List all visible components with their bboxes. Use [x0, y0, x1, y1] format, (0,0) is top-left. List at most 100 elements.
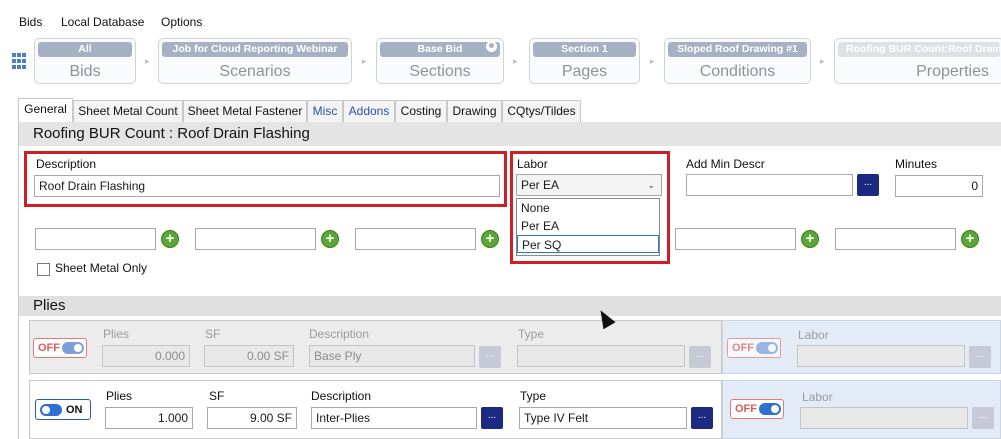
ply-description-input[interactable]: Inter-Plies: [311, 407, 477, 429]
sf-label: SF: [205, 327, 221, 341]
add-icon[interactable]: +: [161, 230, 179, 248]
labor-input[interactable]: [797, 345, 965, 367]
tab-misc[interactable]: Misc: [307, 100, 343, 122]
breadcrumb-bids-label: Bids: [69, 63, 101, 80]
grid-menu-icon[interactable]: [12, 53, 26, 69]
tab-drawing[interactable]: Drawing: [447, 100, 502, 122]
breadcrumb-sections-label: Sections: [409, 63, 471, 80]
breadcrumb-scenarios[interactable]: Job for Cloud Reporting Webinar Scenario…: [158, 38, 352, 84]
breadcrumb-properties-label: Properties: [916, 63, 989, 80]
sf-label: SF: [209, 389, 225, 403]
tab-cqtys-tildes[interactable]: CQtys/Tildes: [502, 100, 581, 122]
plies-input[interactable]: 0.000: [102, 345, 190, 367]
breadcrumb: All Bids ▸ Job for Cloud Reporting Webin…: [0, 38, 1001, 88]
add-icon[interactable]: +: [801, 230, 819, 248]
menu-options[interactable]: Options: [161, 15, 202, 29]
add-min-descr-browse-button[interactable]: ...: [857, 174, 879, 196]
breadcrumb-properties[interactable]: Roofing BUR Count:Roof Drain Flashing Pr…: [834, 38, 1001, 84]
addon-input-3[interactable]: [355, 228, 476, 250]
tab-addons[interactable]: Addons: [343, 100, 395, 122]
breadcrumb-pages-label: Pages: [561, 63, 608, 80]
toggle-off-label: OFF: [735, 403, 757, 415]
add-icon[interactable]: +: [321, 230, 339, 248]
add-icon[interactable]: +: [481, 230, 499, 248]
toggle-switch-icon: [62, 342, 84, 354]
labor-label: Labor: [802, 390, 833, 404]
chevron-right-icon: ▸: [513, 56, 518, 66]
breadcrumb-bids[interactable]: All Bids: [34, 38, 136, 84]
breadcrumb-sections[interactable]: Base Bid Sections: [376, 38, 504, 84]
plies-input[interactable]: 1.000: [105, 407, 193, 429]
labor-browse-button[interactable]: ...: [972, 407, 994, 429]
sf-input[interactable]: 0.00 SF: [204, 345, 294, 367]
breadcrumb-pages[interactable]: Section 1 Pages: [529, 38, 640, 84]
description-label: Description: [309, 327, 370, 341]
toggle-switch-icon: [756, 342, 778, 354]
ply-type-browse-button[interactable]: ...: [689, 346, 711, 368]
toggle-on-label: ON: [66, 404, 83, 416]
plies-label: Plies: [103, 327, 130, 341]
ply-description-browse-button[interactable]: ...: [479, 346, 501, 368]
tab-general[interactable]: General: [18, 98, 73, 123]
breadcrumb-conditions-label: Conditions: [699, 63, 776, 80]
sheet-metal-only-checkbox[interactable]: [37, 263, 50, 276]
sheet-metal-only-label: Sheet Metal Only: [55, 261, 148, 275]
description-label: Description: [36, 157, 97, 171]
chevron-right-icon: ▸: [145, 56, 150, 66]
tab-costing[interactable]: Costing: [395, 100, 447, 122]
labor-select[interactable]: Per EA ⌄: [516, 174, 662, 196]
ply-description-browse-button[interactable]: ...: [481, 407, 503, 429]
toggle-off-label: OFF: [38, 342, 60, 354]
tab-sheet-metal-count[interactable]: Sheet Metal Count: [73, 100, 183, 122]
toggle-switch-icon: [759, 403, 781, 415]
menu-bar: Bids Local Database Options: [0, 0, 1001, 40]
sf-input[interactable]: 9.00 SF: [207, 407, 297, 429]
labor-selected-value: Per EA: [521, 178, 560, 192]
ply-type-input[interactable]: [517, 345, 685, 367]
labor-option-per-ea[interactable]: Per EA: [517, 217, 659, 235]
toggle-off-label: OFF: [732, 342, 754, 354]
labor-label: Labor: [798, 328, 829, 342]
ply-type-browse-button[interactable]: ...: [691, 407, 713, 429]
tab-sheet-metal-fastener[interactable]: Sheet Metal Fastener: [183, 100, 307, 122]
chevron-right-icon: ▸: [362, 56, 367, 66]
panel-title: Roofing BUR Count : Roof Drain Flashing: [19, 122, 1001, 146]
labor-option-per-sq[interactable]: Per SQ: [517, 235, 659, 253]
breadcrumb-scenarios-label: Scenarios: [219, 63, 291, 80]
labor-option-none[interactable]: None: [517, 199, 659, 217]
breadcrumb-properties-top: Roofing BUR Count:Roof Drain Flashing: [838, 42, 1000, 57]
addon-input-6[interactable]: [835, 228, 956, 250]
add-min-descr-label: Add Min Descr: [686, 157, 765, 171]
add-icon[interactable]: +: [961, 230, 979, 248]
description-input[interactable]: Roof Drain Flashing: [34, 175, 500, 197]
addon-input-5[interactable]: [675, 228, 796, 250]
chevron-right-icon: ▸: [650, 56, 655, 66]
add-min-descr-input[interactable]: [686, 174, 853, 196]
plies-label: Plies: [106, 389, 133, 403]
plies-row-base-toggle[interactable]: OFF: [33, 338, 87, 358]
labor-toggle-inter[interactable]: OFF: [730, 399, 784, 419]
menu-bids[interactable]: Bids: [19, 15, 42, 29]
labor-toggle-base[interactable]: OFF: [727, 338, 781, 358]
labor-input[interactable]: [800, 407, 968, 429]
toggle-switch-icon: [40, 404, 62, 416]
minutes-input[interactable]: 0: [895, 175, 983, 197]
breadcrumb-bids-top: All: [38, 42, 132, 57]
chevron-right-icon: ▸: [820, 56, 825, 66]
menu-local-database[interactable]: Local Database: [61, 15, 144, 29]
ply-type-input[interactable]: Type IV Felt: [519, 407, 687, 429]
chevron-down-icon: ⌄: [647, 180, 655, 190]
breadcrumb-conditions-top: Sloped Roof Drawing #1: [668, 42, 807, 57]
plies-row-inter-toggle[interactable]: ON: [35, 399, 91, 420]
breadcrumb-conditions[interactable]: Sloped Roof Drawing #1 Conditions: [664, 38, 811, 84]
labor-dropdown-list: None Per EA Per SQ: [516, 198, 660, 256]
labor-label: Labor: [517, 157, 548, 171]
breadcrumb-scenarios-top: Job for Cloud Reporting Webinar: [162, 42, 348, 57]
ply-description-input[interactable]: Base Ply: [309, 345, 475, 367]
breadcrumb-sections-top: Base Bid: [380, 42, 500, 57]
labor-browse-button[interactable]: ...: [969, 346, 991, 368]
minutes-label: Minutes: [895, 157, 938, 171]
addon-input-2[interactable]: [195, 228, 316, 250]
addon-input-1[interactable]: [35, 228, 156, 250]
description-label: Description: [311, 389, 372, 403]
